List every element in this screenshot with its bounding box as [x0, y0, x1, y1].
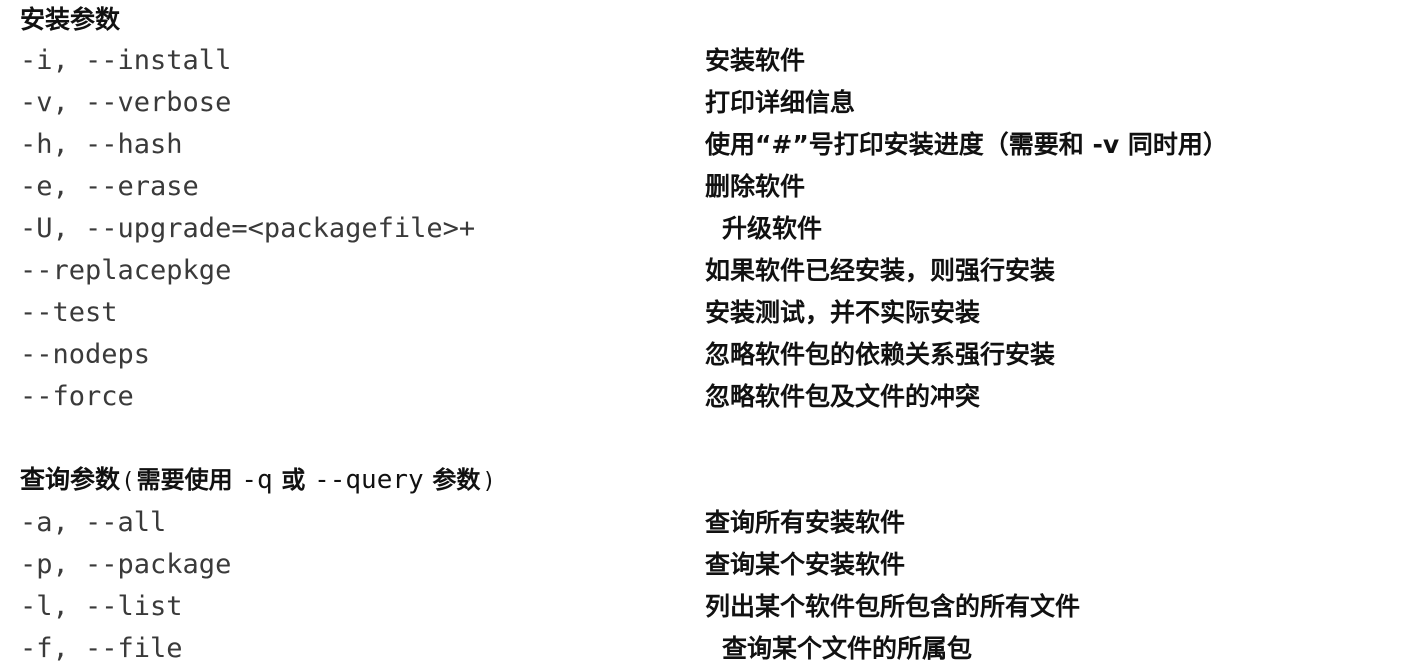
option-row-list: -l, --list 列出某个软件包所包含的所有文件: [0, 586, 1409, 628]
option-description: 升级软件: [722, 214, 823, 243]
install-options-list: -i, --install 安装软件 -v, --verbose 打印详细信息 …: [0, 40, 1409, 418]
query-long-flag: --query: [314, 465, 424, 495]
option-row-test: --test 安装测试，并不实际安装: [0, 292, 1409, 334]
option-description: 忽略软件包及文件的冲突: [705, 382, 981, 411]
option-flag: -v, --verbose: [20, 87, 232, 118]
option-description: 查询所有安装软件: [705, 508, 906, 537]
option-description: 查询某个安装软件: [705, 550, 906, 579]
option-flag: --force: [20, 381, 134, 412]
query-options-list: -a, --all 查询所有安装软件 -p, --package 查询某个安装软…: [0, 502, 1409, 670]
option-row-package: -p, --package 查询某个安装软件: [0, 544, 1409, 586]
option-row-force: --force 忽略软件包及文件的冲突: [0, 376, 1409, 418]
option-flag: -f, --file: [20, 633, 183, 664]
option-flag: --nodeps: [20, 339, 151, 370]
option-description: 如果软件已经安装，则强行安装: [705, 256, 1056, 285]
option-description: 忽略软件包的依赖关系强行安装: [705, 340, 1056, 369]
query-note-or: 或: [281, 466, 306, 494]
option-row-file: -f, --file 查询某个文件的所属包: [0, 628, 1409, 670]
install-section-heading: 安装参数: [20, 5, 121, 34]
option-row-verbose: -v, --verbose 打印详细信息: [0, 82, 1409, 124]
close-paren: ): [484, 469, 493, 494]
option-flag: -i, --install: [20, 45, 232, 76]
option-row-install: -i, --install 安装软件: [0, 40, 1409, 82]
option-row-all: -a, --all 查询所有安装软件: [0, 502, 1409, 544]
query-short-flag: -q: [241, 465, 273, 495]
option-description: 查询某个文件的所属包: [722, 634, 973, 663]
query-note-suffix: 参数: [432, 466, 481, 494]
option-description: 列出某个软件包所包含的所有文件: [705, 592, 1081, 621]
option-row-hash: -h, --hash 使用“#”号打印安装进度（需要和 -v 同时用）: [0, 124, 1409, 166]
option-description: 使用“#”号打印安装进度（需要和 -v 同时用）: [705, 130, 1228, 159]
option-row-erase: -e, --erase 删除软件: [0, 166, 1409, 208]
rpm-options-document: 安装参数 -i, --install 安装软件 -v, --verbose 打印…: [0, 0, 1409, 671]
option-description: 打印详细信息: [705, 88, 856, 117]
option-flag: -h, --hash: [20, 129, 183, 160]
open-paren: (: [124, 469, 133, 494]
option-row-replacepkge: --replacepkge 如果软件已经安装，则强行安装: [0, 250, 1409, 292]
option-row-nodeps: --nodeps 忽略软件包的依赖关系强行安装: [0, 334, 1409, 376]
option-flag: --replacepkge: [20, 255, 232, 286]
option-flag: -l, --list: [20, 591, 183, 622]
query-heading-text: 查询参数: [20, 465, 121, 494]
option-flag: -U, --upgrade=<packagefile>+: [20, 213, 476, 244]
option-flag: -a, --all: [20, 507, 167, 538]
option-flag: --test: [20, 297, 118, 328]
option-description: 安装测试，并不实际安装: [705, 298, 981, 327]
option-description: 安装软件: [705, 46, 806, 75]
option-flag: -p, --package: [20, 549, 232, 580]
query-section-heading: 查询参数(需要使用 -q 或 --query 参数): [20, 460, 497, 502]
option-row-upgrade: -U, --upgrade=<packagefile>+ 升级软件: [0, 208, 1409, 250]
option-flag: -e, --erase: [20, 171, 199, 202]
option-description: 删除软件: [705, 172, 806, 201]
query-note-prefix: 需要使用: [136, 466, 233, 494]
